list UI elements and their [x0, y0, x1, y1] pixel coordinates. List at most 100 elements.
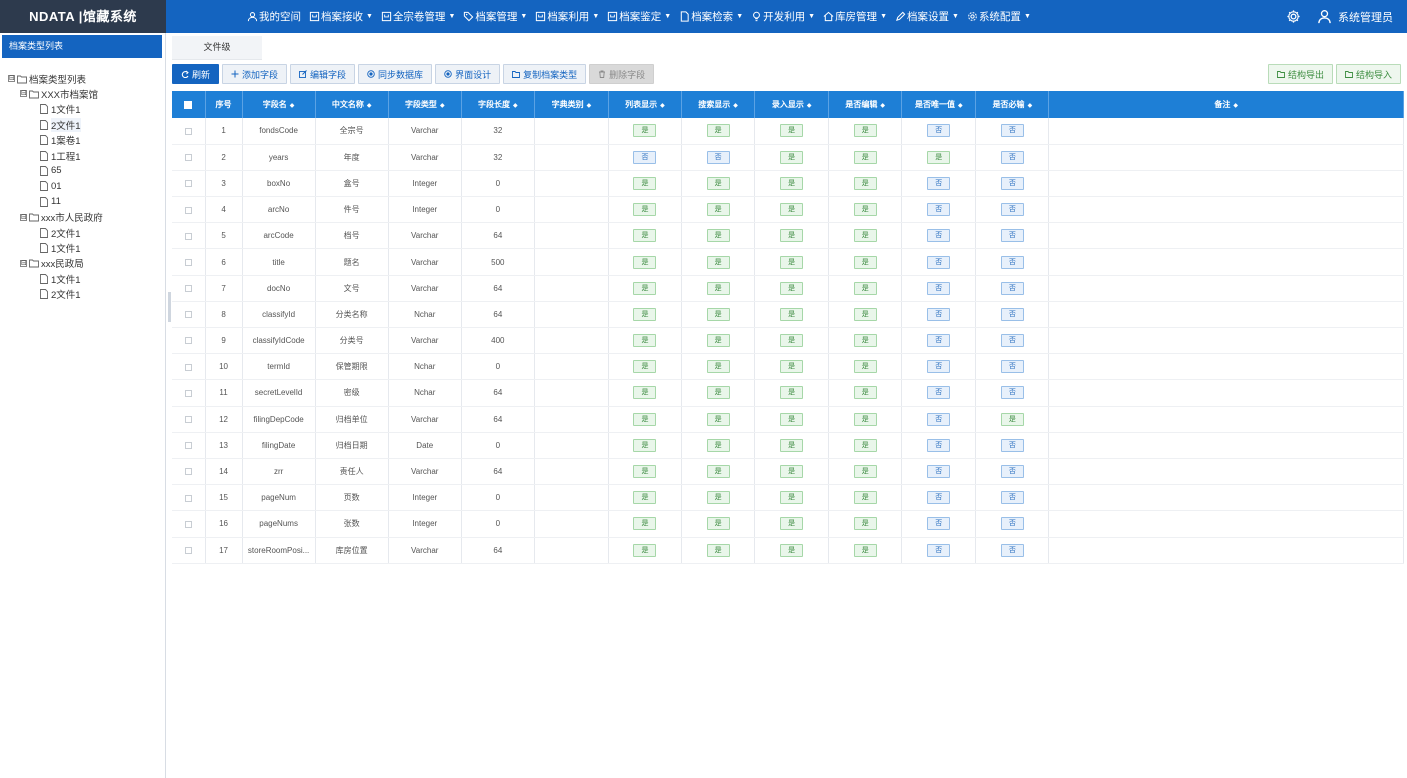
yes-tag[interactable]: 是: [633, 307, 657, 321]
yes-tag[interactable]: 是: [780, 334, 804, 348]
sort-icon[interactable]: ◆: [660, 103, 665, 109]
tree-node[interactable]: ⊟ 档案类型列表: [8, 71, 86, 86]
sort-icon[interactable]: ◆: [367, 103, 372, 109]
yes-tag[interactable]: 是: [927, 150, 951, 164]
no-tag[interactable]: 否: [1000, 281, 1024, 295]
no-tag[interactable]: 否: [927, 517, 951, 531]
yes-tag[interactable]: 是: [706, 255, 730, 269]
yes-tag[interactable]: 是: [706, 229, 730, 243]
yes-tag[interactable]: 是: [706, 360, 730, 374]
yes-tag[interactable]: 是: [633, 229, 657, 243]
yes-tag[interactable]: 是: [853, 203, 877, 217]
yes-tag[interactable]: 是: [780, 229, 804, 243]
row-checkbox[interactable]: [184, 416, 192, 424]
no-tag[interactable]: 否: [927, 334, 951, 348]
select-all-checkbox[interactable]: [184, 100, 193, 109]
structure-export-button[interactable]: 结构导出: [1267, 64, 1333, 84]
structure-import-button[interactable]: 结构导入: [1335, 64, 1401, 84]
yes-tag[interactable]: 是: [853, 491, 877, 505]
collapse-toggle-icon[interactable]: ⊟: [8, 75, 15, 82]
yes-tag[interactable]: 是: [853, 543, 877, 557]
table-row[interactable]: 12 filingDepCode 归档单位 Varchar 64 是 是 是 是 否 是: [172, 406, 1404, 433]
copy-archive-type-button[interactable]: 复制档案类型: [503, 64, 587, 84]
tree-node[interactable]: ⊟ XXX市档案馆: [20, 86, 98, 101]
row-checkbox[interactable]: [184, 180, 192, 188]
table-row[interactable]: 2 years 年度 Varchar 32 否 否 是 是 是 否: [172, 144, 1404, 171]
yes-tag[interactable]: 是: [780, 543, 804, 557]
yes-tag[interactable]: 是: [780, 255, 804, 269]
yes-tag[interactable]: 是: [780, 386, 804, 400]
column-header[interactable]: 是否编辑 ◆: [828, 91, 903, 118]
tree-node[interactable]: 2文件1: [39, 287, 81, 302]
yes-tag[interactable]: 是: [633, 124, 657, 138]
collapse-toggle-icon[interactable]: ⊟: [20, 90, 27, 98]
no-tag[interactable]: 否: [927, 465, 951, 479]
no-tag[interactable]: 否: [927, 255, 951, 269]
tree-node[interactable]: ⊟ xxx市人民政府: [20, 210, 103, 225]
add-field-button[interactable]: 添加字段: [222, 64, 288, 84]
no-tag[interactable]: 否: [927, 307, 951, 321]
row-checkbox[interactable]: [184, 546, 192, 554]
yes-tag[interactable]: 是: [633, 386, 657, 400]
yes-tag[interactable]: 是: [780, 412, 804, 426]
yes-tag[interactable]: 是: [706, 334, 730, 348]
sort-icon[interactable]: ◆: [958, 103, 963, 109]
no-tag[interactable]: 否: [1000, 491, 1024, 505]
user-name[interactable]: 系统管理员: [1338, 9, 1393, 25]
tree-node[interactable]: 01: [39, 179, 62, 194]
tree-node[interactable]: 2文件1: [39, 225, 81, 240]
yes-tag[interactable]: 是: [780, 203, 804, 217]
yes-tag[interactable]: 是: [633, 176, 657, 190]
yes-tag[interactable]: 是: [1000, 412, 1024, 426]
table-row[interactable]: 8 classifyId 分类名称 Nchar 64 是 是 是 是 否 否: [172, 301, 1404, 329]
column-header[interactable]: 字段长度 ◆: [461, 91, 535, 118]
yes-tag[interactable]: 是: [853, 412, 877, 426]
yes-tag[interactable]: 是: [853, 176, 877, 190]
yes-tag[interactable]: 是: [853, 438, 877, 452]
no-tag[interactable]: 否: [927, 281, 951, 295]
yes-tag[interactable]: 是: [706, 203, 730, 217]
table-row[interactable]: 3 boxNo 盒号 Integer 0 是 是 是 是 否 否: [172, 170, 1404, 198]
yes-tag[interactable]: 是: [780, 517, 804, 531]
table-row[interactable]: 11 secretLevelId 密级 Nchar 64 是 是 是 是 否 否: [172, 379, 1404, 407]
yes-tag[interactable]: 是: [633, 465, 657, 479]
row-checkbox[interactable]: [184, 154, 192, 162]
tree-node[interactable]: 1案卷1: [39, 133, 81, 148]
yes-tag[interactable]: 是: [780, 307, 804, 321]
ui-design-button[interactable]: 界面设计: [435, 64, 501, 84]
yes-tag[interactable]: 是: [633, 255, 657, 269]
row-checkbox[interactable]: [184, 127, 192, 135]
no-tag[interactable]: 否: [706, 150, 730, 164]
yes-tag[interactable]: 是: [633, 543, 657, 557]
table-row[interactable]: 17 storeRoomPosi... 库房位置 Varchar 64 是 是 是 是 否 否: [172, 537, 1404, 564]
row-checkbox[interactable]: [184, 311, 192, 319]
no-tag[interactable]: 否: [927, 491, 951, 505]
sort-icon[interactable]: ◆: [733, 103, 738, 109]
edit-field-button[interactable]: 编辑字段: [290, 64, 356, 84]
column-header[interactable]: 字典类别 ◆: [534, 91, 609, 118]
row-checkbox[interactable]: [184, 442, 192, 450]
yes-tag[interactable]: 是: [853, 360, 877, 374]
row-checkbox[interactable]: [184, 389, 192, 397]
yes-tag[interactable]: 是: [706, 491, 730, 505]
table-row[interactable]: 16 pageNums 张数 Integer 0 是 是 是 是 否 否: [172, 510, 1404, 538]
sort-icon[interactable]: ◆: [513, 103, 518, 109]
table-row[interactable]: 14 zrr 责任人 Varchar 64 是 是 是 是 否 否: [172, 458, 1404, 486]
yes-tag[interactable]: 是: [633, 334, 657, 348]
no-tag[interactable]: 否: [1000, 517, 1024, 531]
yes-tag[interactable]: 是: [706, 438, 730, 452]
tab-file-level[interactable]: 文件级: [172, 36, 262, 60]
no-tag[interactable]: 否: [927, 229, 951, 243]
no-tag[interactable]: 否: [1000, 465, 1024, 479]
yes-tag[interactable]: 是: [706, 386, 730, 400]
refresh-button[interactable]: 刷新: [172, 64, 220, 84]
nav-item-10[interactable]: 系统配置 ▼: [967, 9, 1031, 24]
yes-tag[interactable]: 是: [706, 124, 730, 138]
yes-tag[interactable]: 是: [853, 281, 877, 295]
no-tag[interactable]: 否: [1000, 176, 1024, 190]
no-tag[interactable]: 否: [927, 360, 951, 374]
tree-node[interactable]: 1工程1: [39, 148, 81, 163]
yes-tag[interactable]: 是: [706, 281, 730, 295]
sort-icon[interactable]: ◆: [290, 103, 295, 109]
yes-tag[interactable]: 是: [853, 150, 877, 164]
